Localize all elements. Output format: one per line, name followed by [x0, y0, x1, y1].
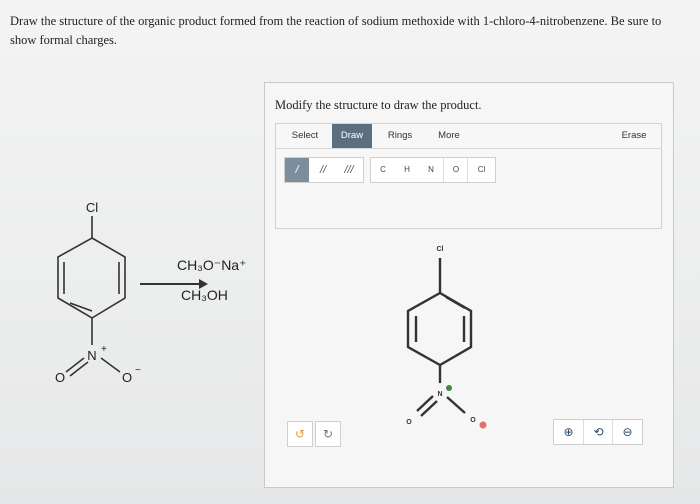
undo-button[interactable]: ↺	[287, 421, 313, 447]
zoom-controls: ⊕ ⟲ ⊖	[553, 419, 643, 445]
zoom-out-icon[interactable]: ⊖	[612, 420, 642, 444]
page: Draw the structure of the organic produc…	[0, 0, 700, 504]
reactant-n-charge: +	[101, 344, 107, 355]
canvas-n-plus-charge	[446, 385, 452, 391]
canvas-o-left-label[interactable]: O	[406, 419, 412, 426]
reagent-label: CH₃O⁻Na⁺	[177, 257, 247, 273]
reactant-n-label: N	[87, 348, 96, 363]
zoom-in-icon[interactable]: ⊕	[554, 420, 583, 444]
canvas-cl-label[interactable]: Cl	[437, 246, 444, 253]
reactant-cl-label: Cl	[86, 200, 98, 215]
reaction-arrow	[140, 283, 202, 285]
reactant-o-right-label: O	[122, 370, 132, 385]
zoom-reset-icon[interactable]: ⟲	[583, 420, 613, 444]
drawing-panel: Modify the structure to draw the product…	[264, 82, 674, 488]
reactant-o-left-label: O	[55, 370, 65, 385]
reactant-o-charge: −	[135, 365, 141, 376]
redo-button[interactable]: ↻	[315, 421, 341, 447]
canvas-n-label[interactable]: N	[437, 391, 442, 398]
solvent-label: CH₃OH	[181, 287, 228, 303]
canvas-o-right-label[interactable]: O	[470, 417, 476, 424]
canvas-o-minus-charge	[479, 421, 487, 429]
